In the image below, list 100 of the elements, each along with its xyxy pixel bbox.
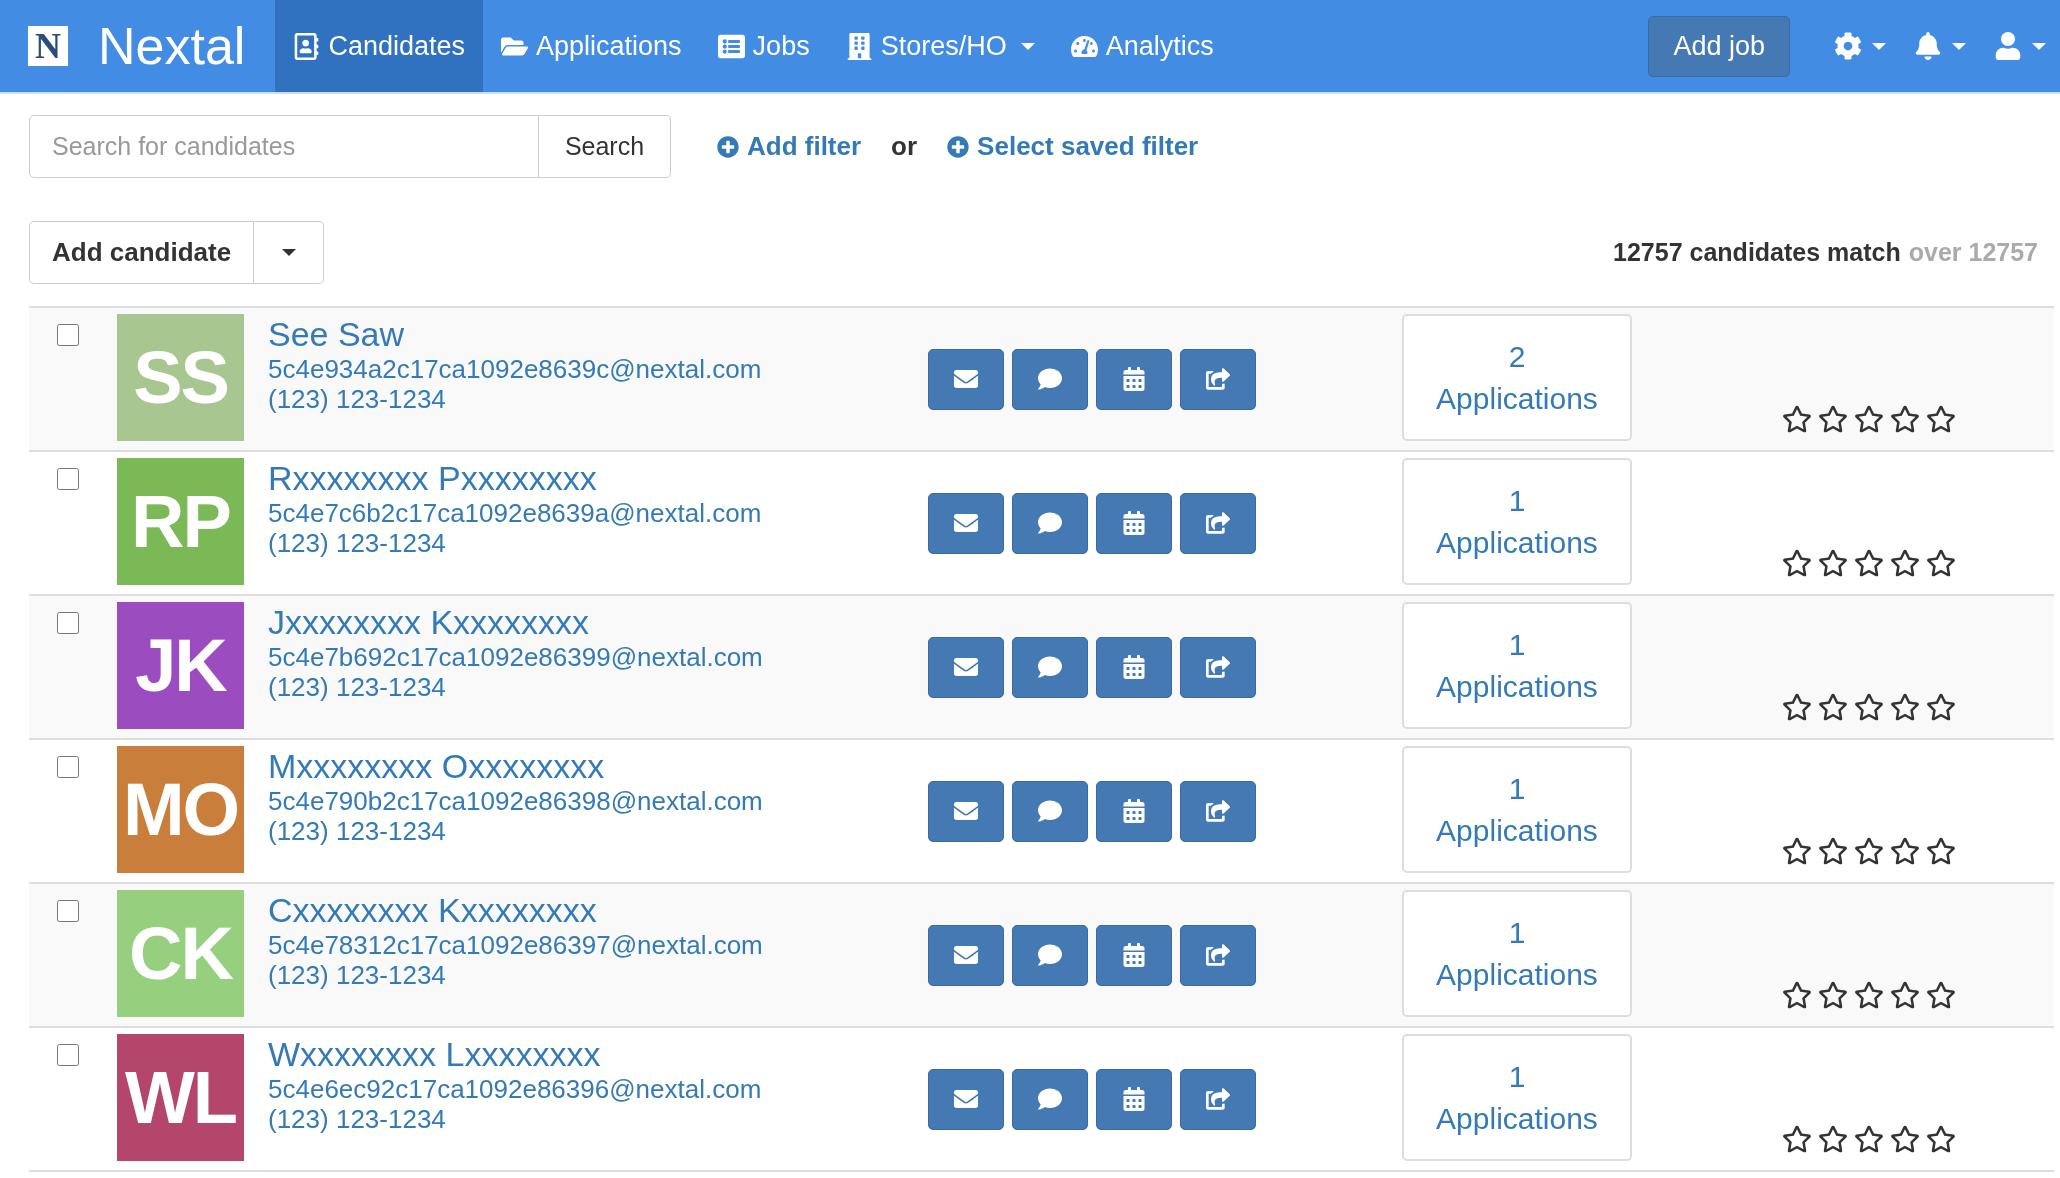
star-rating[interactable]	[1782, 836, 1956, 866]
star-icon	[1854, 404, 1884, 434]
search-field[interactable]: Search for candidates	[29, 115, 539, 178]
candidate-phone: (123) 123-1234	[268, 384, 447, 414]
star-icon	[1854, 980, 1884, 1010]
star-icon	[1890, 404, 1920, 434]
email-button[interactable]	[928, 348, 1004, 410]
calendar-button[interactable]	[1096, 924, 1172, 986]
email-button[interactable]	[928, 780, 1004, 842]
message-button[interactable]	[1012, 780, 1088, 842]
calendar-button[interactable]	[1096, 492, 1172, 554]
email-button[interactable]	[928, 636, 1004, 698]
star-icon	[1854, 548, 1884, 578]
building-icon	[845, 32, 873, 60]
star-icon	[1818, 548, 1848, 578]
email-button[interactable]	[928, 492, 1004, 554]
or-text: or	[891, 131, 918, 162]
initials-avatar: WL	[117, 1034, 244, 1161]
add-filter-link[interactable]: Add filter	[717, 131, 862, 162]
calendar-button[interactable]	[1096, 780, 1172, 842]
calendar-icon	[1122, 799, 1146, 823]
add-job-button[interactable]: Add job	[1648, 15, 1790, 77]
caret-icon	[1952, 42, 1966, 50]
nav-tab[interactable]: Analytics	[1052, 0, 1232, 92]
star-icon	[1926, 548, 1956, 578]
applications-button[interactable]: 1 Applications	[1402, 1034, 1632, 1161]
candidate-email: 5c4e934a2c17ca1092e8639c@nextal.com	[268, 354, 763, 384]
initials-avatar: MO	[117, 746, 244, 873]
speech-bubble-icon	[1038, 799, 1062, 823]
message-button[interactable]	[1012, 636, 1088, 698]
applications-button[interactable]: 1 Applications	[1402, 458, 1632, 585]
row-checkbox[interactable]	[57, 612, 79, 634]
share-button[interactable]	[1180, 348, 1256, 410]
brand-name: Nextal	[98, 16, 246, 76]
star-rating[interactable]	[1782, 1124, 1956, 1154]
speech-bubble-icon	[1038, 511, 1062, 535]
star-rating[interactable]	[1782, 692, 1956, 722]
envelope-icon	[954, 943, 978, 967]
star-icon	[1890, 692, 1920, 722]
initials-avatar: JK	[117, 602, 244, 729]
share-button[interactable]	[1180, 780, 1256, 842]
candidate-email: 5c4e7c6b2c17ca1092e8639a@nextal.com	[268, 498, 763, 528]
candidate-name[interactable]: Jxxxxxxxx Kxxxxxxxx	[268, 602, 928, 642]
candidate-name[interactable]: Wxxxxxxxx Lxxxxxxxx	[268, 1034, 928, 1074]
row-checkbox[interactable]	[57, 900, 79, 922]
star-icon	[1854, 1124, 1884, 1154]
nav-tab[interactable]: Candidates	[275, 0, 483, 92]
candidate-name[interactable]: Mxxxxxxxx Oxxxxxxxx	[268, 746, 928, 786]
search-button[interactable]: Search	[539, 115, 671, 178]
applications-button[interactable]: 1 Applications	[1402, 602, 1632, 729]
email-button[interactable]	[928, 1068, 1004, 1130]
candidate-email: 5c4e6ec92c17ca1092e86396@nextal.com	[268, 1074, 763, 1104]
add-candidate-button[interactable]: Add candidate	[29, 221, 255, 284]
candidate-name[interactable]: Cxxxxxxxx Kxxxxxxxx	[268, 890, 928, 930]
row-checkbox[interactable]	[57, 1044, 79, 1066]
message-button[interactable]	[1012, 924, 1088, 986]
envelope-icon	[954, 799, 978, 823]
applications-button[interactable]: 1 Applications	[1402, 746, 1632, 873]
applications-button[interactable]: 2 Applications	[1402, 314, 1632, 441]
message-button[interactable]	[1012, 1068, 1088, 1130]
message-button[interactable]	[1012, 348, 1088, 410]
calendar-button[interactable]	[1096, 348, 1172, 410]
match-total: over 12757	[1908, 238, 2038, 266]
match-count: 12757 candidates match	[1613, 238, 1901, 266]
message-button[interactable]	[1012, 492, 1088, 554]
calendar-button[interactable]	[1096, 636, 1172, 698]
star-icon	[1854, 692, 1884, 722]
saved-filter-link[interactable]: Select saved filter	[947, 131, 1199, 162]
candidate-phone: (123) 123-1234	[268, 1104, 447, 1134]
bell-icon	[1914, 32, 1942, 60]
share-button[interactable]	[1180, 1068, 1256, 1130]
caret-icon	[281, 249, 296, 256]
email-button[interactable]	[928, 924, 1004, 986]
row-checkbox[interactable]	[57, 756, 79, 778]
nav-tab[interactable]: Applications	[483, 0, 700, 92]
caret-icon	[1872, 42, 1886, 50]
applications-button[interactable]: 1 Applications	[1402, 890, 1632, 1017]
share-button[interactable]	[1180, 924, 1256, 986]
calendar-button[interactable]	[1096, 1068, 1172, 1130]
nav-tab[interactable]: Jobs	[699, 0, 828, 92]
star-rating[interactable]	[1782, 404, 1956, 434]
candidate-name[interactable]: See Saw	[268, 314, 928, 354]
caret-icon	[2032, 42, 2046, 50]
envelope-icon	[954, 367, 978, 391]
star-icon	[1782, 980, 1812, 1010]
star-rating[interactable]	[1782, 980, 1956, 1010]
initials-avatar: CK	[117, 890, 244, 1017]
speech-bubble-icon	[1038, 943, 1062, 967]
row-checkbox[interactable]	[57, 468, 79, 490]
candidate-name[interactable]: Rxxxxxxxx Pxxxxxxxx	[268, 458, 928, 498]
star-icon	[1818, 1124, 1848, 1154]
star-icon	[1782, 692, 1812, 722]
envelope-icon	[954, 655, 978, 679]
star-rating[interactable]	[1782, 548, 1956, 578]
calendar-icon	[1122, 511, 1146, 535]
candidate-email: 5c4e790b2c17ca1092e86398@nextal.com	[268, 786, 764, 816]
share-button[interactable]	[1180, 492, 1256, 554]
row-checkbox[interactable]	[57, 324, 79, 346]
share-button[interactable]	[1180, 636, 1256, 698]
nav-tab[interactable]: Stores/HO	[827, 0, 1053, 92]
